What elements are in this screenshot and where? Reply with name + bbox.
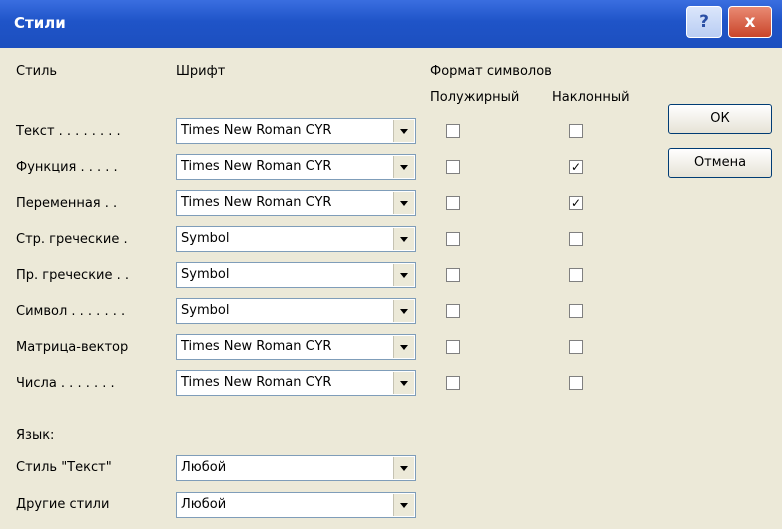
bold-checkbox[interactable] [446,304,460,318]
font-select[interactable]: Symbol [176,262,416,288]
bold-checkbox[interactable] [446,340,460,354]
style-label: Символ . . . . . . . [16,304,126,319]
style-label: Стр. греческие . [16,232,128,247]
bold-checkbox[interactable] [446,268,460,282]
chevron-down-icon[interactable] [393,120,414,142]
italic-checkbox[interactable] [569,304,583,318]
style-label: Пр. греческие . . [16,268,130,283]
font-value: Times New Roman CYR [181,195,332,210]
close-button[interactable]: x [728,6,772,38]
font-select[interactable]: Symbol [176,226,416,252]
other-styles-language-label: Другие стили [16,497,110,512]
chevron-down-icon[interactable] [393,300,414,322]
text-style-language-value: Любой [181,460,227,475]
chevron-down-icon[interactable] [393,156,414,178]
font-value: Times New Roman CYR [181,123,332,138]
italic-checkbox[interactable] [569,340,583,354]
text-style-language-select[interactable]: Любой [176,455,416,481]
bold-checkbox[interactable] [446,376,460,390]
font-value: Times New Roman CYR [181,339,332,354]
style-label: Матрица-вектор [16,340,129,355]
bold-column-header: Полужирный [430,90,520,105]
language-heading: Язык: [16,428,55,443]
text-style-language-label: Стиль "Текст" [16,460,112,475]
italic-checkbox[interactable] [569,232,583,246]
help-button[interactable]: ? [686,6,722,38]
font-select[interactable]: Times New Roman CYR [176,370,416,396]
cancel-button[interactable]: Отмена [668,148,772,178]
font-value: Times New Roman CYR [181,159,332,174]
chevron-down-icon[interactable] [393,494,414,516]
chevron-down-icon[interactable] [393,372,414,394]
bold-checkbox[interactable] [446,124,460,138]
font-select[interactable]: Times New Roman CYR [176,190,416,216]
italic-checkbox[interactable] [569,124,583,138]
style-label: Переменная . . [16,196,118,211]
italic-checkbox[interactable]: ✓ [569,160,583,174]
font-column-header: Шрифт [176,64,226,79]
italic-column-header: Наклонный [552,90,630,105]
italic-checkbox[interactable] [569,268,583,282]
style-column-header: Стиль [16,64,58,79]
font-select[interactable]: Times New Roman CYR [176,334,416,360]
font-value: Symbol [181,231,230,246]
style-label: Числа . . . . . . . [16,376,115,391]
font-value: Times New Roman CYR [181,375,332,390]
chevron-down-icon[interactable] [393,228,414,250]
font-select[interactable]: Times New Roman CYR [176,154,416,180]
chevron-down-icon[interactable] [393,264,414,286]
font-value: Symbol [181,303,230,318]
italic-checkbox[interactable] [569,376,583,390]
other-styles-language-value: Любой [181,497,227,512]
ok-button[interactable]: ОК [668,104,772,134]
font-select[interactable]: Symbol [176,298,416,324]
chevron-down-icon[interactable] [393,457,414,479]
style-label: Текст . . . . . . . . [16,124,121,139]
other-styles-language-select[interactable]: Любой [176,492,416,518]
title-bar: Стили ? x [0,0,782,48]
chevron-down-icon[interactable] [393,192,414,214]
italic-checkbox[interactable]: ✓ [569,196,583,210]
window-title: Стили [14,14,66,32]
font-value: Symbol [181,267,230,282]
bold-checkbox[interactable] [446,232,460,246]
font-select[interactable]: Times New Roman CYR [176,118,416,144]
chevron-down-icon[interactable] [393,336,414,358]
format-group-header: Формат символов [430,64,552,79]
style-label: Функция . . . . . [16,160,118,175]
bold-checkbox[interactable] [446,160,460,174]
bold-checkbox[interactable] [446,196,460,210]
